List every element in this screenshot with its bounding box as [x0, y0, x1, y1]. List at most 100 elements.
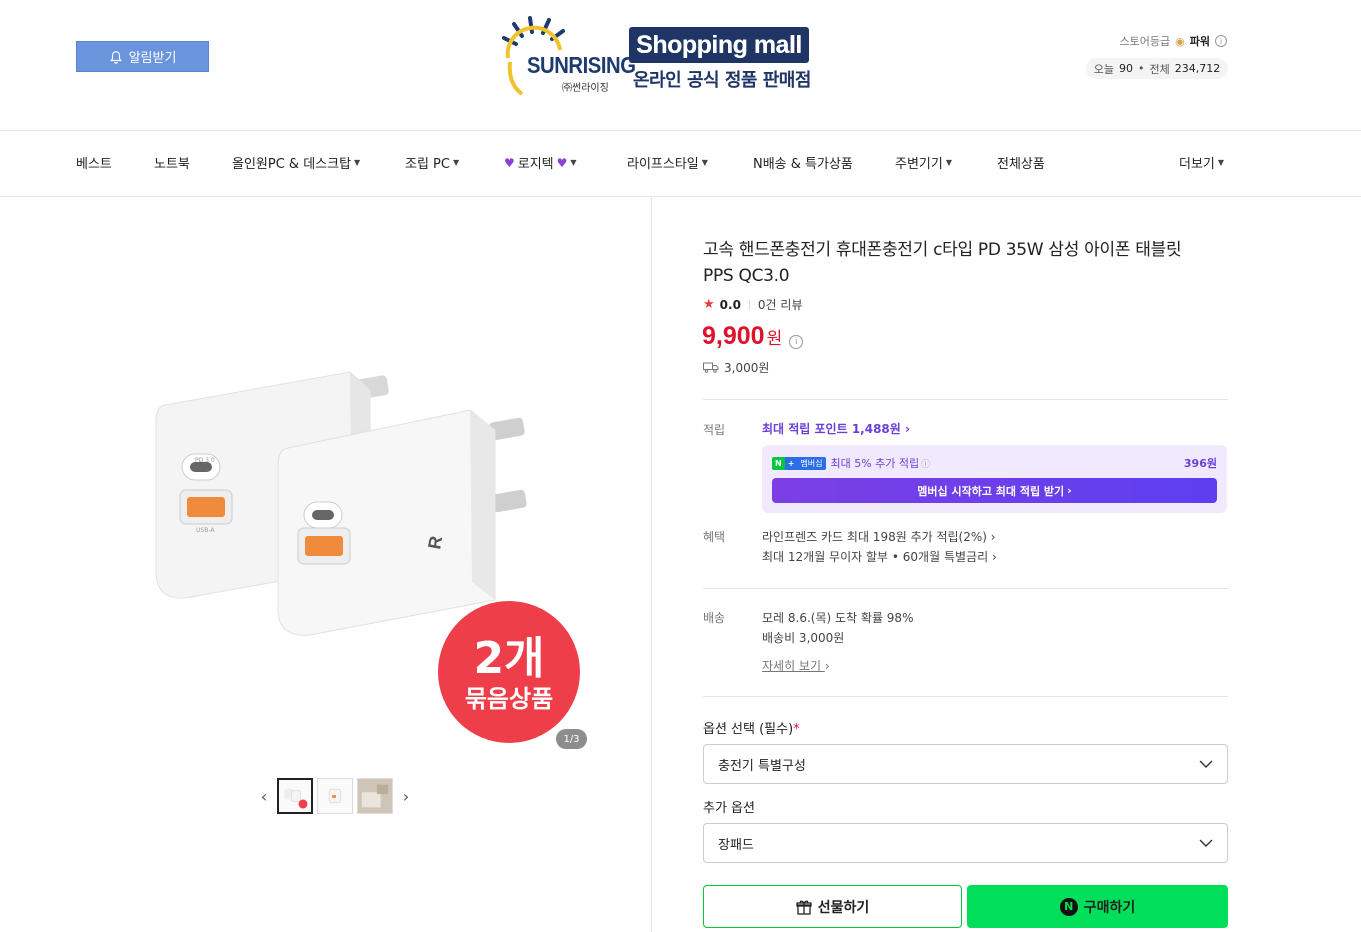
- nav-item-label: 라이프스타일: [627, 157, 699, 172]
- nav-item-label: 전체상품: [997, 157, 1045, 172]
- extra-option-label: 추가 옵션: [703, 801, 755, 816]
- nav-item-label: 올인원PC & 데스크탑: [232, 157, 352, 172]
- card-benefit-text: 라인프렌즈 카드 최대 198원 추가 적립(2%): [762, 530, 987, 544]
- nav-more[interactable]: 더보기 ▼: [1179, 153, 1224, 172]
- badge-membership: 멤버십: [797, 456, 826, 470]
- nav-item-logitech[interactable]: ♥ 로지텍 ♥ ▼: [504, 153, 577, 173]
- review-count-link[interactable]: 0건 리뷰: [758, 296, 803, 313]
- buy-button[interactable]: N 구매하기: [967, 885, 1228, 928]
- required-option-select[interactable]: 충전기 특별구성: [703, 744, 1228, 784]
- chevron-right-icon: ›: [1067, 484, 1072, 497]
- nav-more-label: 더보기: [1179, 157, 1215, 172]
- logo-wordmark: SUNRISING: [527, 52, 636, 78]
- info-icon[interactable]: ⓘ: [921, 457, 930, 470]
- gift-icon: [796, 900, 812, 915]
- installment-benefit-text: 최대 12개월 무이자 할부 • 60개월 특별금리: [762, 550, 989, 564]
- svg-text:USB-A: USB-A: [196, 527, 215, 534]
- bundle-badge-label: 묶음상품: [465, 685, 553, 713]
- today-label: 오늘: [1093, 62, 1114, 76]
- membership-amount: 396원: [1183, 457, 1217, 470]
- thumbnail-1[interactable]: [277, 778, 313, 814]
- delivery-detail-text: 자세히 보기: [762, 659, 822, 673]
- chevron-down-icon: ▼: [354, 158, 361, 167]
- rating-score: 0.0: [719, 297, 741, 312]
- required-option-label: 옵션 선택 (필수)*: [703, 718, 800, 737]
- nav-item-peripherals[interactable]: 주변기기 ▼: [895, 153, 952, 172]
- dot-separator: •: [1138, 62, 1145, 75]
- price-amount: 9,900: [702, 322, 765, 350]
- chevron-right-icon: ›: [905, 422, 910, 436]
- charger-front: R: [277, 409, 527, 636]
- bundle-badge: 2개 묶음상품: [438, 601, 580, 743]
- nav-item-label: 로지텍: [517, 157, 554, 172]
- total-value: 234,712: [1174, 62, 1221, 75]
- total-label: 전체: [1149, 62, 1170, 76]
- chevron-right-icon: ›: [991, 550, 997, 564]
- nav-item-custom-pc[interactable]: 조립 PC ▼: [405, 153, 459, 172]
- max-point-link[interactable]: 최대 적립 포인트 1,488원 ›: [762, 420, 910, 437]
- nav-item-best[interactable]: 베스트: [76, 153, 112, 172]
- nav-item-lifestyle[interactable]: 라이프스타일 ▼: [627, 153, 708, 172]
- chevron-down-icon: [1199, 839, 1213, 847]
- visitor-count: 오늘 90 • 전체 234,712: [1086, 58, 1228, 79]
- nav-item-laptop[interactable]: 노트북: [154, 153, 190, 172]
- today-value: 90: [1119, 62, 1133, 75]
- purple-heart-icon: ♥: [504, 155, 515, 170]
- extra-option-select[interactable]: 장패드: [703, 823, 1228, 863]
- nav-item-label: 노트북: [154, 157, 190, 172]
- store-grade-value: 파워: [1189, 35, 1210, 48]
- shopping-mall-title: Shopping mall: [636, 30, 802, 59]
- nav-item-label: 베스트: [76, 157, 112, 172]
- info-icon[interactable]: i: [1215, 35, 1227, 47]
- required-option-value: 충전기 특별구성: [718, 758, 806, 774]
- chevron-right-icon[interactable]: ›: [397, 778, 415, 814]
- chevron-down-icon: [1199, 760, 1213, 768]
- product-price: 9,900 원 i: [702, 322, 804, 351]
- delivery-detail-link[interactable]: 자세히 보기 ›: [762, 657, 830, 674]
- thumbnail-2[interactable]: [317, 778, 353, 814]
- bell-plus-icon: [109, 50, 122, 64]
- nav-item-label: N배송 & 특가상품: [753, 157, 853, 172]
- chevron-down-icon: ▼: [570, 158, 577, 167]
- shipping-fee: 3,000원: [703, 359, 769, 376]
- chevron-down-icon: ▼: [945, 158, 952, 167]
- chevron-down-icon: ▼: [1217, 158, 1225, 167]
- buy-button-label: 구매하기: [1083, 899, 1136, 916]
- info-icon[interactable]: i: [789, 335, 804, 349]
- nav-item-all-products[interactable]: 전체상품: [997, 153, 1045, 172]
- official-store-subtitle: 온라인 공식 정품 판매점: [633, 70, 811, 91]
- store-header: 알림받기 SUNRISING ㈜썬라이징 Shopping mall 온라인 공…: [0, 0, 1361, 131]
- membership-button-label: 멤버십 시작하고 최대 적립 받기: [917, 484, 1065, 498]
- store-grade-label: 스토어등급: [1119, 35, 1171, 48]
- bundle-badge-count: 2개: [473, 633, 544, 684]
- section-divider: [703, 588, 1228, 589]
- product-main-image[interactable]: PD 3.0 USB-A R 2개 묶음상품: [140, 360, 590, 750]
- section-divider: [703, 696, 1228, 697]
- naver-pay-icon: N: [1059, 897, 1078, 916]
- delivery-fee: 배송비 3,000원: [762, 631, 845, 645]
- chevron-right-icon: ›: [990, 530, 996, 544]
- star-icon: ★: [703, 297, 715, 312]
- thumbnail-3[interactable]: [357, 778, 393, 814]
- chevron-left-icon[interactable]: ‹: [255, 778, 273, 814]
- naver-membership-badge: N + 멤버십: [772, 456, 826, 470]
- shipping-fee-value: 3,000원: [724, 361, 770, 375]
- max-point-text: 최대 적립 포인트 1,488원: [762, 422, 901, 436]
- chevron-right-icon: ›: [824, 659, 830, 673]
- price-unit: 원: [766, 329, 783, 349]
- required-mark: *: [793, 722, 800, 737]
- nav-item-n-delivery[interactable]: N배송 & 특가상품: [753, 153, 853, 172]
- notification-subscribe-button[interactable]: 알림받기: [76, 41, 209, 72]
- installment-benefit-link[interactable]: 최대 12개월 무이자 할부 • 60개월 특별금리 ›: [762, 548, 997, 565]
- power-medal-icon: ◉: [1175, 34, 1185, 48]
- extra-option-value: 장패드: [718, 837, 754, 853]
- shopping-mall-badge: Shopping mall: [629, 27, 809, 63]
- membership-start-button[interactable]: 멤버십 시작하고 최대 적립 받기 ›: [772, 478, 1217, 503]
- chevron-down-icon: ▼: [701, 158, 708, 167]
- points-label: 적립: [703, 423, 726, 437]
- image-pager: 1/3: [556, 729, 587, 749]
- nav-item-allinone[interactable]: 올인원PC & 데스크탑 ▼: [232, 153, 360, 172]
- gift-button[interactable]: 선물하기: [703, 885, 962, 928]
- card-benefit-link[interactable]: 라인프렌즈 카드 최대 198원 추가 적립(2%) ›: [762, 528, 996, 545]
- delivery-label: 배송: [703, 611, 726, 625]
